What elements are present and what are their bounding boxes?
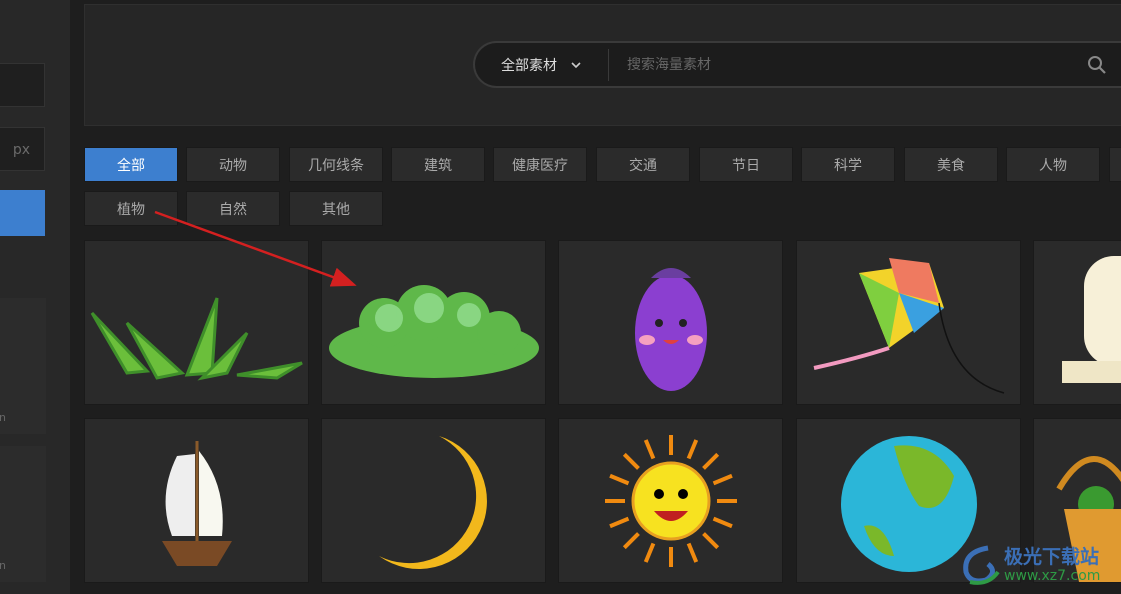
left-card[interactable]: n — [0, 446, 46, 582]
kite-image — [813, 257, 1004, 394]
asset-card-sun[interactable] — [558, 418, 783, 583]
tag-节日[interactable]: 节日 — [699, 147, 793, 182]
tag-几何线条[interactable]: 几何线条 — [289, 147, 383, 182]
search-bar: 全部素材 — [473, 41, 1121, 88]
tag-自然[interactable]: 自然 — [186, 191, 280, 226]
left-primary-button[interactable] — [0, 190, 45, 236]
sun-ray — [608, 516, 629, 528]
asset-card-kite[interactable] — [796, 240, 1021, 405]
grass-image — [90, 296, 303, 380]
category-label: 全部素材 — [501, 57, 557, 74]
chef-hat-image — [1062, 256, 1121, 383]
left-input[interactable] — [0, 63, 45, 107]
tag-科学[interactable]: 科学 — [801, 147, 895, 182]
tag-植物[interactable]: 植物 — [84, 191, 178, 226]
search-icon — [1088, 55, 1106, 74]
search-button[interactable] — [1073, 55, 1121, 75]
tag-全部[interactable]: 全部 — [84, 147, 178, 182]
tag-动物[interactable]: 动物 — [186, 147, 280, 182]
tag-more[interactable] — [1109, 147, 1121, 182]
left-card[interactable]: n — [0, 298, 46, 434]
sun-ray — [712, 516, 733, 528]
sun-ray — [622, 531, 640, 549]
tag-建筑[interactable]: 建筑 — [391, 147, 485, 182]
eggplant-image — [634, 267, 707, 391]
size-input[interactable]: px — [0, 127, 45, 171]
left-panel: px n n — [0, 0, 70, 594]
card-label: n — [0, 411, 6, 424]
tag-交通[interactable]: 交通 — [596, 147, 690, 182]
watermark: 极光下载站 www.xz7.com — [958, 540, 1118, 590]
sun-ray — [643, 438, 655, 459]
moon-image — [378, 435, 487, 569]
sun-ray — [686, 438, 698, 459]
card-label: n — [0, 559, 6, 572]
sun-ray — [643, 542, 655, 563]
tag-健康医疗[interactable]: 健康医疗 — [493, 147, 587, 182]
chevron-down-icon — [571, 61, 581, 68]
sailboat-image — [161, 440, 232, 566]
search-input[interactable] — [609, 56, 1073, 73]
tag-人物[interactable]: 人物 — [1006, 147, 1100, 182]
sun-ray — [701, 531, 719, 549]
watermark-logo — [963, 545, 1000, 585]
sun-image — [604, 434, 737, 567]
asset-card-chef-hat[interactable] — [1033, 240, 1121, 405]
asset-card-moon[interactable] — [321, 418, 546, 583]
watermark-name: 极光下载站 — [1004, 546, 1100, 568]
asset-card-eggplant[interactable] — [558, 240, 783, 405]
watermark-url: www.xz7.com — [1004, 568, 1101, 584]
sun-ray — [622, 452, 640, 470]
asset-card-sailboat[interactable] — [84, 418, 309, 583]
unit-label: px — [12, 142, 30, 158]
sun-ray — [686, 542, 698, 563]
tag-美食[interactable]: 美食 — [904, 147, 998, 182]
asset-card-grass[interactable] — [84, 240, 309, 405]
tag-其他[interactable]: 其他 — [289, 191, 383, 226]
asset-card-bush[interactable] — [321, 240, 546, 405]
bush-image — [328, 284, 539, 378]
sun-ray — [608, 473, 629, 485]
category-dropdown[interactable]: 全部素材 — [475, 48, 609, 81]
sun-ray — [712, 473, 733, 485]
sun-ray — [701, 452, 719, 470]
